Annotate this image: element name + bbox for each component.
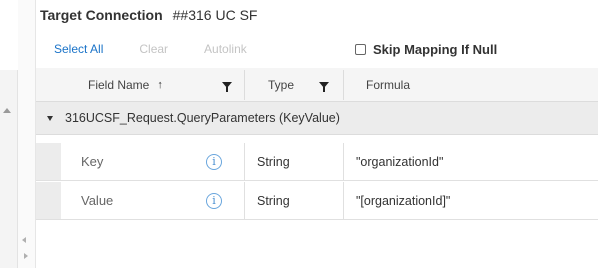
column-header-type[interactable]: Type [268, 68, 294, 102]
formula-cell[interactable]: "[organizationId]" [356, 182, 450, 219]
formula-header-label: Formula [366, 78, 411, 92]
table-row[interactable]: Key i String "organizationId" [36, 143, 598, 181]
type-filter-button[interactable] [319, 68, 329, 102]
filter-icon[interactable] [222, 82, 232, 92]
formula-cell[interactable]: "organizationId" [356, 143, 443, 180]
scroll-right-arrow-icon[interactable] [24, 253, 28, 259]
scroll-up-arrow-icon[interactable] [3, 108, 11, 113]
clear-link[interactable]: Clear [139, 42, 168, 56]
column-header-formula[interactable]: Formula [366, 68, 410, 102]
row-indent [36, 182, 61, 219]
table-header: Field Name ↑ Type Formula [36, 68, 598, 102]
column-divider[interactable] [343, 70, 344, 100]
type-cell: String [257, 154, 290, 169]
autolink-link[interactable]: Autolink [204, 42, 247, 56]
scroll-left-arrow-icon[interactable] [22, 237, 26, 243]
skip-mapping-label: Skip Mapping If Null [373, 42, 498, 57]
column-divider[interactable] [244, 70, 245, 100]
select-all-link[interactable]: Select All [54, 42, 103, 56]
info-icon[interactable]: i [206, 153, 222, 170]
skip-mapping-checkbox[interactable] [355, 44, 366, 55]
type-header-label: Type [268, 78, 295, 92]
field-name-filter-button[interactable] [222, 68, 232, 102]
cell-divider [343, 143, 344, 180]
info-icon[interactable]: i [206, 192, 222, 209]
column-header-field-name[interactable]: Field Name ↑ [88, 68, 163, 102]
sort-ascending-icon[interactable]: ↑ [157, 79, 163, 91]
field-name-header-label: Field Name [88, 78, 150, 92]
mapping-toolbar: Select All Clear Autolink [54, 42, 283, 56]
field-name-cell[interactable]: Key [81, 143, 103, 180]
field-name-cell[interactable]: Value [81, 182, 113, 219]
type-cell: String [257, 193, 290, 208]
filter-icon[interactable] [319, 82, 329, 92]
cell-divider [343, 182, 344, 219]
cell-divider [244, 143, 245, 180]
info-button[interactable]: i [206, 182, 222, 219]
group-label: 316UCSF_Request.QueryParameters (KeyValu… [65, 111, 340, 125]
info-button[interactable]: i [206, 143, 222, 180]
skip-mapping-option[interactable]: Skip Mapping If Null [355, 42, 497, 57]
expand-caret-icon[interactable] [47, 115, 53, 121]
target-connection-label: Target Connection [40, 7, 163, 23]
table-row[interactable]: Value i String "[organizationId]" [36, 182, 598, 220]
target-connection-header: Target Connection ##316 UC SF [40, 6, 257, 24]
vertical-scroll-strip[interactable] [18, 0, 36, 268]
target-connection-name: ##316 UC SF [172, 7, 258, 23]
cell-divider [244, 182, 245, 219]
row-indent [36, 143, 61, 180]
gutter-panel [0, 70, 18, 268]
group-row[interactable]: 316UCSF_Request.QueryParameters (KeyValu… [36, 102, 598, 135]
